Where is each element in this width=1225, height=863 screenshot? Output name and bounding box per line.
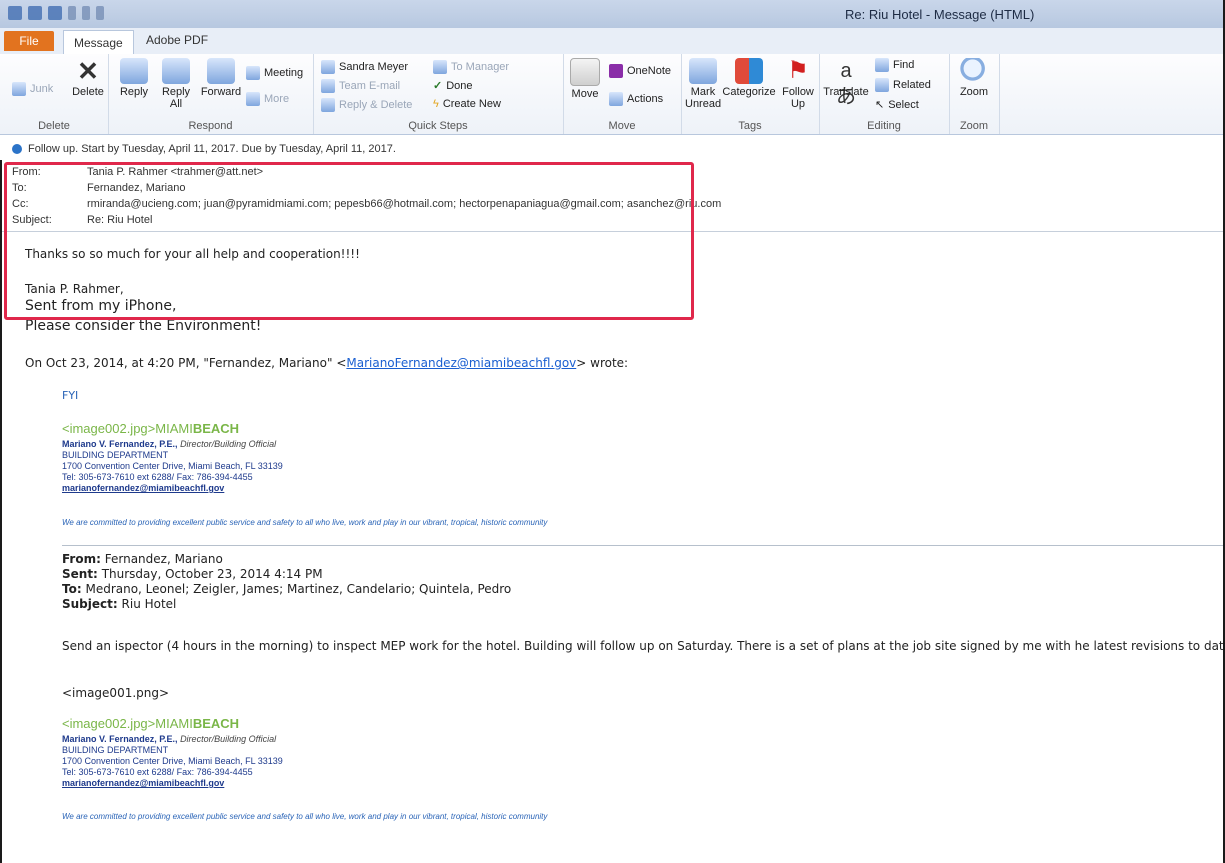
ribbon-tabs: File Message Adobe PDF (0, 28, 1225, 57)
group-label-respond: Respond (188, 120, 233, 132)
move-button[interactable]: Move (567, 58, 603, 100)
move-icon (570, 58, 600, 86)
forward-icon (207, 58, 235, 84)
checkmark-icon: ✓ (433, 80, 443, 92)
related-icon (875, 78, 889, 92)
more-respond-button[interactable]: More (246, 92, 289, 106)
fwd-sent-row: Sent: Thursday, October 23, 2014 4:14 PM (62, 567, 323, 581)
group-label-delete: Delete (38, 120, 70, 132)
junk-button[interactable]: Junk (12, 82, 53, 96)
quick-step-team-email[interactable]: Team E-mail (321, 79, 400, 93)
delete-icon: ✕ (77, 56, 99, 86)
group-label-tags: Tags (738, 120, 762, 132)
group-label-quick-steps: Quick Steps (408, 120, 468, 132)
contact-icon (321, 60, 335, 74)
follow-up-button[interactable]: ⚑ Follow Up (779, 57, 817, 111)
reply-delete-icon (321, 98, 335, 112)
team-email-icon (321, 79, 335, 93)
lightning-icon: ϟ (433, 98, 439, 110)
group-tags: Mark Unread Categorize ⚑ Follow Up Tags (681, 54, 820, 134)
next-item-icon[interactable] (96, 6, 104, 20)
to-manager-icon (433, 60, 447, 74)
undo-icon[interactable] (48, 6, 62, 20)
group-editing: aあ Translate Find Related ↖ Select Editi… (819, 54, 950, 134)
highlight-box (4, 162, 694, 320)
meeting-icon (246, 66, 260, 80)
save-icon[interactable] (28, 6, 42, 20)
reply-button[interactable]: Reply (114, 58, 154, 98)
tab-message[interactable]: Message (63, 30, 134, 57)
fwd-to-row: To: Medrano, Leonel; Zeigler, James; Mar… (62, 582, 512, 596)
actions-icon (609, 92, 623, 106)
follow-up-info-bar: Follow up. Start by Tuesday, April 11, 2… (0, 141, 1225, 159)
quick-step-to-manager[interactable]: To Manager (433, 60, 509, 74)
forward-button[interactable]: Forward (196, 58, 246, 98)
fyi-text: FYI (62, 389, 79, 402)
onenote-icon (609, 64, 623, 78)
quote-email-link[interactable]: MarianoFernandez@miamibeachfl.gov (346, 356, 576, 370)
signature-logo-1: <image002.jpg>MIAMIBEACH (62, 421, 240, 436)
redo-icon[interactable] (68, 6, 76, 20)
mark-unread-button[interactable]: Mark Unread (685, 58, 721, 110)
junk-icon (12, 82, 26, 96)
signature-email-link-1[interactable]: marianofernandez@miamibeachfl.gov (62, 483, 224, 493)
body-environment: Please consider the Environment! (25, 318, 262, 334)
select-button[interactable]: ↖ Select (875, 98, 919, 112)
group-label-zoom: Zoom (959, 120, 989, 132)
outlook-icon[interactable] (8, 6, 22, 20)
fwd-from-row: From: Fernandez, Mariano (62, 552, 223, 566)
cursor-icon: ↖ (875, 99, 885, 111)
window-title: Re: Riu Hotel - Message (HTML) (845, 7, 1035, 22)
meeting-button[interactable]: Meeting (246, 66, 303, 80)
find-button[interactable]: Find (875, 58, 914, 72)
quote-intro: On Oct 23, 2014, at 4:20 PM, "Fernandez,… (25, 356, 629, 370)
zoom-button[interactable]: Zoom (953, 58, 995, 98)
group-label-editing: Editing (867, 120, 901, 132)
signature-motto-2: We are committed to providing excellent … (62, 812, 548, 821)
signature-motto-1: We are committed to providing excellent … (62, 518, 548, 527)
translate-button[interactable]: aあ Translate (821, 58, 871, 108)
onenote-button[interactable]: OneNote (609, 64, 671, 78)
fwd-image-placeholder: <image001.png> (62, 686, 170, 700)
tab-adobe-pdf[interactable]: Adobe PDF (146, 33, 208, 47)
categorize-button[interactable]: Categorize (721, 58, 777, 98)
tab-file[interactable]: File (4, 31, 54, 51)
reply-all-button[interactable]: Reply All (156, 58, 196, 110)
previous-item-icon[interactable] (82, 6, 90, 20)
flag-icon: ⚑ (787, 57, 809, 84)
quick-step-done[interactable]: ✓ Done (433, 79, 473, 93)
signature-block-2: Mariano V. Fernandez, P.E., Director/Bui… (62, 734, 283, 788)
signature-logo-2: <image002.jpg>MIAMIBEACH (62, 716, 240, 731)
more-icon (246, 92, 260, 106)
title-bar: Re: Riu Hotel - Message (HTML) (0, 0, 1225, 29)
group-label-move: Move (608, 120, 636, 132)
actions-button[interactable]: Actions (609, 92, 663, 106)
quick-step-create-new[interactable]: ϟ Create New (433, 98, 501, 110)
related-button[interactable]: Related (875, 78, 931, 92)
delete-button[interactable]: ✕ Delete (70, 58, 106, 98)
envelope-icon (689, 58, 717, 84)
reply-all-icon (162, 58, 190, 84)
left-frame-edge (0, 160, 2, 863)
info-icon (12, 144, 22, 154)
categorize-icon (735, 58, 763, 84)
group-respond: Reply Reply All Forward Meeting More Res… (108, 54, 314, 134)
group-delete: Junk ✕ Delete Delete (0, 54, 109, 134)
reply-icon (120, 58, 148, 84)
translate-icon: aあ (836, 60, 856, 108)
quick-step-sandra-meyer[interactable]: Sandra Meyer (321, 60, 408, 74)
fwd-subject-row: Subject: Riu Hotel (62, 597, 177, 611)
binoculars-icon (875, 58, 889, 72)
quick-step-reply-delete[interactable]: Reply & Delete (321, 98, 412, 112)
group-zoom: Zoom Zoom (949, 54, 1000, 134)
signature-email-link-2[interactable]: marianofernandez@miamibeachfl.gov (62, 778, 224, 788)
fwd-body: Send an ispector (4 hours in the morning… (62, 639, 1225, 653)
group-move: Move OneNote Actions Move (563, 54, 682, 134)
magnifier-icon (960, 58, 988, 84)
ribbon: Junk ✕ Delete Delete Reply Reply All For… (0, 54, 1225, 135)
forward-separator (62, 545, 1225, 546)
quick-access-toolbar (8, 6, 104, 20)
group-quick-steps: Sandra Meyer Team E-mail Reply & Delete … (313, 54, 564, 134)
signature-block-1: Mariano V. Fernandez, P.E., Director/Bui… (62, 439, 283, 493)
